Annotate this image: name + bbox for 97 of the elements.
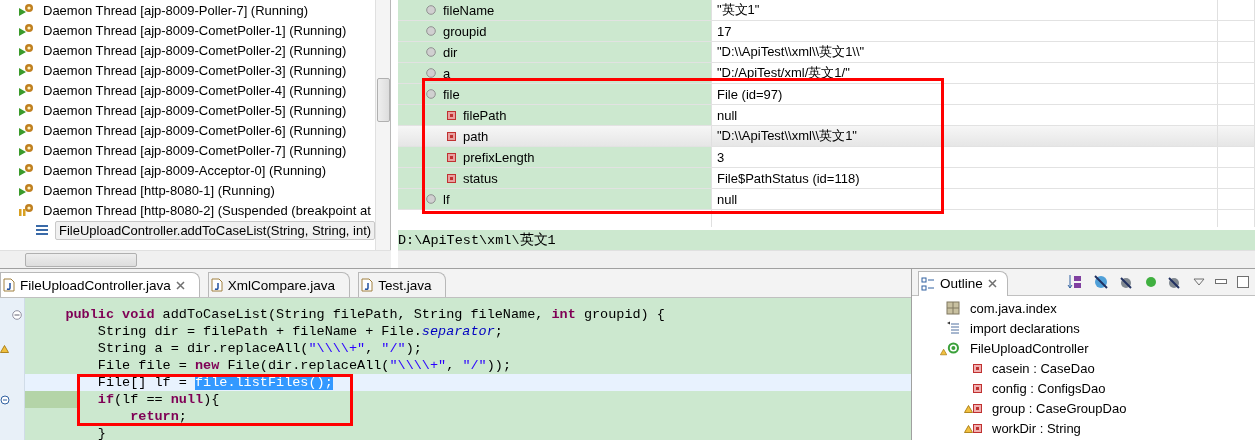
outline-item[interactable]: casein : CaseDao	[992, 360, 1095, 376]
suspended-thread-icon	[18, 203, 34, 217]
variable-name[interactable]: filePath	[463, 107, 507, 123]
variable-name[interactable]: fileName	[443, 2, 495, 18]
outline-item[interactable]: config : ConfigsDao	[992, 380, 1106, 396]
running-thread-icon	[18, 23, 34, 37]
variable-value: File$PathStatus (id=118)	[717, 170, 860, 186]
public-members-icon	[1145, 276, 1157, 288]
outline-item[interactable]: group : CaseGroupDao	[992, 400, 1127, 416]
thread-item[interactable]: Daemon Thread [ajp-8009-CometPoller-2] (Running)	[40, 41, 350, 59]
variable-name[interactable]: file	[443, 86, 460, 102]
local-variable-icon	[426, 5, 436, 15]
thread-item[interactable]: Daemon Thread [http-8080-1] (Running)	[40, 181, 278, 199]
thread-item[interactable]: Daemon Thread [ajp-8009-CometPoller-6] (Running)	[40, 121, 350, 139]
import-list-icon	[946, 321, 960, 335]
running-thread-icon	[18, 43, 34, 57]
thread-item[interactable]: Daemon Thread [ajp-8009-Acceptor-0] (Running)	[40, 161, 330, 179]
java-file-icon	[361, 278, 374, 292]
running-thread-icon	[18, 3, 34, 17]
running-thread-icon	[18, 163, 34, 177]
thread-item[interactable]: Daemon Thread [ajp-8009-CometPoller-1] (Running)	[40, 21, 350, 39]
editor-tab[interactable]: Test.java	[358, 272, 447, 297]
variable-name[interactable]: path	[463, 128, 489, 144]
local-variable-icon	[426, 194, 436, 204]
close-icon	[987, 279, 997, 288]
java-file-icon	[210, 278, 223, 292]
warning-icon	[964, 424, 973, 433]
running-thread-icon	[18, 143, 34, 157]
class-icon	[947, 340, 960, 356]
local-variable-icon	[426, 68, 436, 78]
thread-item[interactable]: Daemon Thread [ajp-8009-Poller-7] (Running)	[40, 1, 311, 19]
editor-tab[interactable]: FileUploadController.java	[0, 272, 200, 297]
local-variable-icon	[426, 26, 436, 36]
thread-item[interactable]: Daemon Thread [ajp-8009-CometPoller-3] (Running)	[40, 61, 350, 79]
horizontal-scrollbar[interactable]	[0, 250, 391, 268]
variable-name[interactable]: a	[443, 65, 451, 81]
minimize-icon	[1215, 279, 1227, 285]
variable-value: "D:\\ApiTest\\xml\\英文1"	[717, 127, 857, 145]
editor-tab[interactable]: XmlCompare.java	[207, 272, 351, 297]
maximize-icon	[1237, 276, 1249, 288]
vertical-scrollbar[interactable]	[375, 0, 391, 250]
collapse-icon	[12, 309, 22, 320]
code-line: }	[96, 426, 106, 440]
instruction-pointer-icon	[0, 394, 10, 405]
outline-view-icon	[921, 276, 935, 291]
running-thread-icon	[18, 83, 34, 97]
code-line: return;	[129, 409, 187, 424]
code-line: File[] lf = file.listFiles();	[96, 375, 333, 390]
stack-frame-icon	[35, 224, 49, 236]
code-line: File file = new File(dir.replaceAll("\\\\+", "/"));	[96, 358, 511, 373]
sort-icon	[1067, 274, 1083, 290]
variable-name[interactable]: lf	[443, 191, 450, 207]
package-icon	[946, 301, 960, 315]
stack-frame-item[interactable]: FileUploadController.addToCaseList(String, String, int)	[55, 220, 375, 240]
variable-value: "D:\\ApiTest\\xml\\英文1\\"	[717, 43, 865, 61]
warning-icon	[0, 344, 9, 353]
running-thread-icon	[18, 103, 34, 117]
variable-value: 17	[717, 23, 732, 39]
view-menu-icon	[1193, 278, 1205, 286]
warning-icon	[964, 404, 973, 413]
thread-item[interactable]: Daemon Thread [ajp-8009-CometPoller-4] (Running)	[40, 81, 350, 99]
private-field-icon	[447, 152, 456, 162]
code-line: String dir = filePath + fileName + File.separator;	[96, 324, 503, 339]
detail-text-field[interactable]: D:\ApiTest\xml\英文1	[398, 230, 1255, 250]
thread-item[interactable]: Daemon Thread [ajp-8009-CometPoller-7] (Running)	[40, 141, 350, 159]
outline-item[interactable]: import declarations	[970, 320, 1080, 336]
variable-name[interactable]: prefixLength	[463, 149, 535, 165]
code-line: if(lf == null){	[96, 392, 220, 407]
private-field-icon	[447, 173, 456, 183]
local-variable-icon	[426, 89, 436, 99]
warning-icon	[940, 348, 948, 356]
variable-value: 3	[717, 149, 725, 165]
running-thread-icon	[18, 123, 34, 137]
variable-name[interactable]: status	[463, 170, 498, 186]
java-file-icon	[3, 278, 15, 292]
variable-value: null	[717, 191, 738, 207]
thread-item[interactable]: Daemon Thread [http-8080-2] (Suspended (breakpoint at	[40, 201, 374, 219]
thread-item[interactable]: Daemon Thread [ajp-8009-CometPoller-5] (Running)	[40, 101, 350, 119]
variable-value: null	[717, 107, 738, 123]
close-icon	[175, 280, 185, 290]
local-variable-icon	[426, 47, 436, 57]
running-thread-icon	[18, 183, 34, 197]
hide-fields-icon	[1093, 274, 1109, 290]
variable-value: File (id=97)	[717, 86, 783, 102]
code-line: String a = dir.replaceAll("\\\\+", "/");	[96, 341, 422, 356]
outline-item[interactable]: workDir : String	[992, 420, 1081, 436]
private-field-icon	[447, 110, 456, 120]
variable-name[interactable]: groupid	[443, 23, 487, 39]
outline-item[interactable]: FileUploadController	[970, 340, 1089, 356]
private-field-icon	[447, 131, 456, 141]
outline-item[interactable]: com.java.index	[970, 300, 1057, 316]
outline-tab[interactable]: Outline	[918, 270, 1008, 296]
variable-name[interactable]: dir	[443, 44, 458, 60]
variable-value: "英文1"	[717, 1, 760, 19]
horizontal-scrollbar[interactable]	[398, 250, 1255, 268]
code-line: public void addToCaseList(String filePath, String fileName, int groupid) {	[64, 307, 665, 322]
running-thread-icon	[18, 63, 34, 77]
